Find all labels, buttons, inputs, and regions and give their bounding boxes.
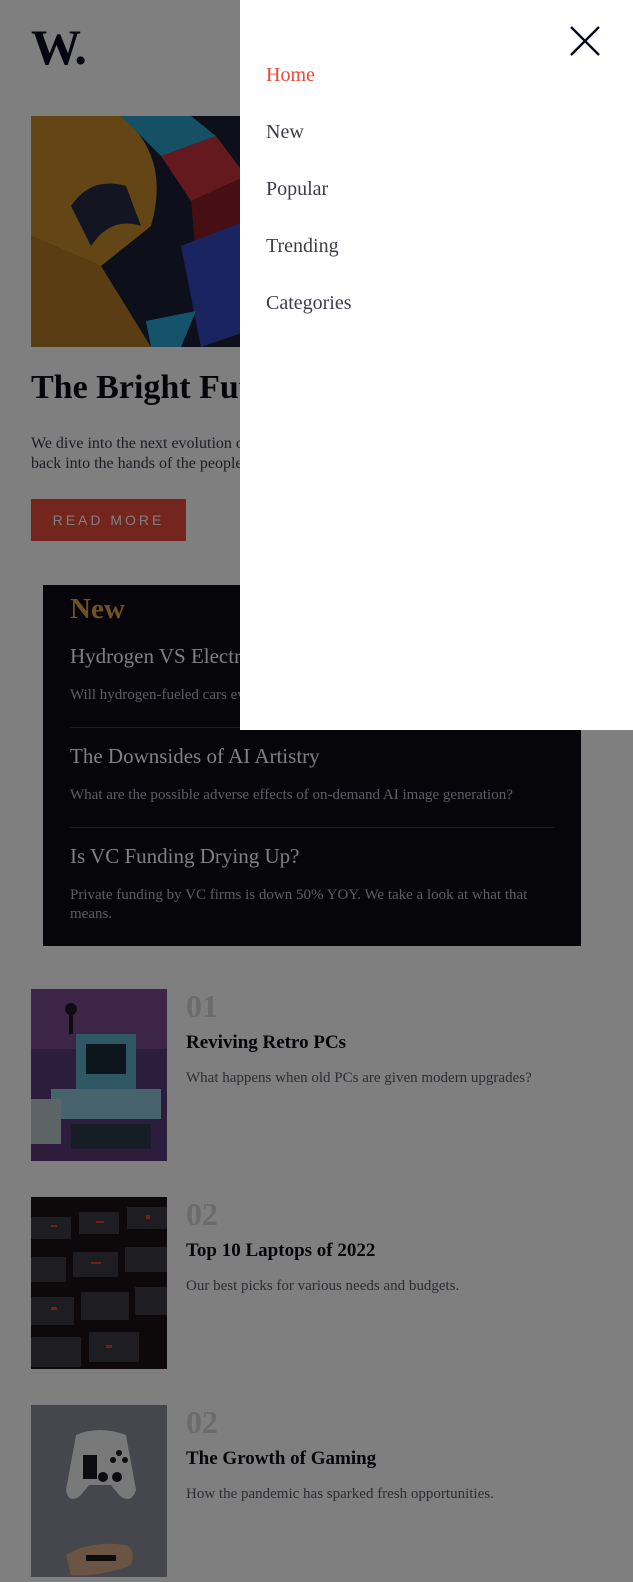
nav-item-popular[interactable]: Popular <box>266 174 352 231</box>
close-icon[interactable] <box>569 25 601 57</box>
nav-item-new[interactable]: New <box>266 117 352 174</box>
nav-item-categories[interactable]: Categories <box>266 288 352 345</box>
navigation-drawer: Home New Popular Trending Categories <box>240 0 633 730</box>
nav-item-home[interactable]: Home <box>266 60 352 117</box>
nav-menu: Home New Popular Trending Categories <box>266 60 352 345</box>
nav-item-trending[interactable]: Trending <box>266 231 352 288</box>
